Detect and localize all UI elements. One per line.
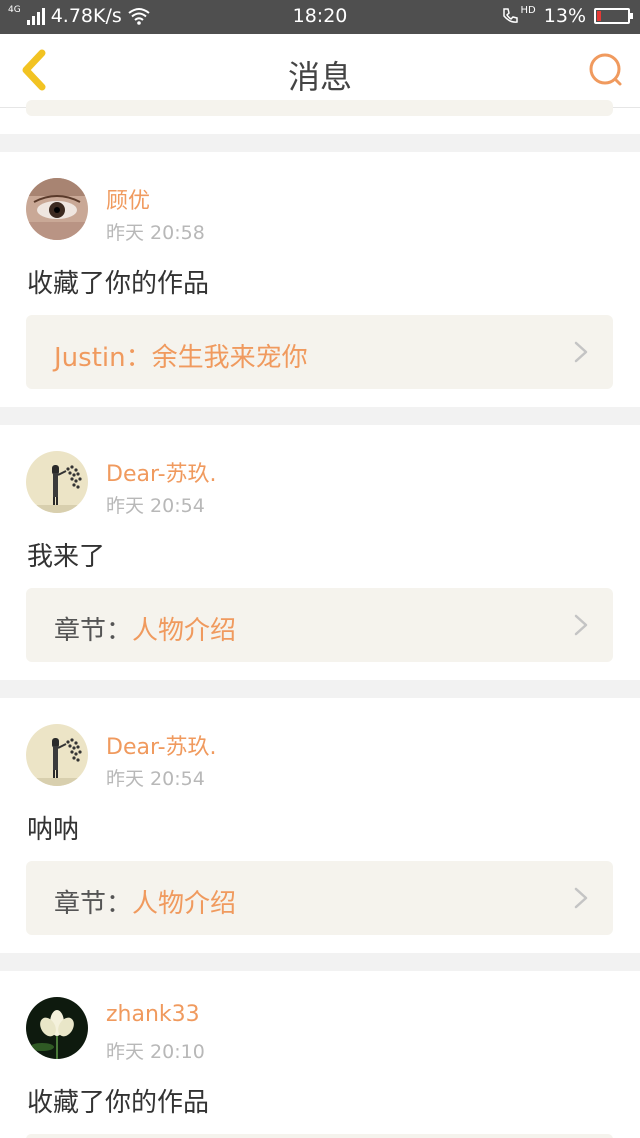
username[interactable]: 顾优 [106,183,150,215]
message-time: 昨天 20:10 [106,1041,205,1063]
username[interactable]: zhank33 [106,1002,200,1027]
message-time: 昨天 20:58 [106,222,205,244]
previous-reference-box[interactable] [26,100,613,116]
eye-photo-avatar[interactable] [26,178,88,240]
chapter-reference-link[interactable]: 章节：人物介绍 [26,588,613,662]
username[interactable]: Dear-苏玖. [106,456,217,488]
battery-level [597,11,602,21]
message-time: 昨天 20:54 [106,768,205,790]
reference-author: Justin： [54,343,152,373]
chevron-right-icon [574,614,588,636]
status-right: HD 13% [501,4,633,27]
message-card: zhank33 昨天 20:10 收藏了你的作品 [0,971,640,1138]
girl-wall-avatar[interactable] [26,451,88,513]
message-text: 我来了 [27,542,106,572]
work-reference-link[interactable]: Justin：余生我来宠你 [26,315,613,389]
status-bar: 4G 4.78K/s 18:20 HD 13% [0,0,640,34]
divider [0,680,640,698]
phone-icon [502,8,518,23]
lotus-avatar[interactable] [26,997,88,1059]
reference-title: 余生我来宠你 [151,343,308,373]
battery-icon [594,8,633,24]
girl-wall-avatar[interactable] [26,724,88,786]
hd-badge: HD [520,4,536,16]
battery-percent: 13% [543,5,586,27]
message-card: Dear-苏玖. 昨天 20:54 呐呐 章节：人物介绍 [0,698,640,953]
username[interactable]: Dear-苏玖. [106,729,217,761]
reference-text: 章节：人物介绍 [54,610,236,647]
message-feed[interactable]: 顾优 昨天 20:58 收藏了你的作品 Justin：余生我来宠你 Dear-苏… [0,100,640,1138]
message-card: 顾优 昨天 20:58 收藏了你的作品 Justin：余生我来宠你 [0,152,640,407]
previous-message-stub [0,100,640,134]
message-card: Dear-苏玖. 昨天 20:54 我来了 章节：人物介绍 [0,425,640,680]
divider [0,134,640,152]
message-time: 昨天 20:54 [106,495,205,517]
divider [0,407,640,425]
search-icon[interactable] [586,50,626,90]
chevron-right-icon [574,341,588,363]
reference-label: 章节： [54,889,133,919]
message-text: 呐呐 [27,815,80,845]
reference-text: Justin：余生我来宠你 [54,337,308,374]
reference-title: 人物介绍 [132,616,237,646]
page-title: 消息 [287,58,352,96]
message-text: 收藏了你的作品 [27,269,210,299]
work-reference-link[interactable] [26,1134,613,1138]
top-nav-bar: 消息 [0,34,640,108]
message-text: 收藏了你的作品 [27,1088,210,1118]
chevron-right-icon [574,887,588,909]
chapter-reference-link[interactable]: 章节：人物介绍 [26,861,613,935]
reference-text: 章节：人物介绍 [54,883,236,920]
reference-label: 章节： [54,616,133,646]
divider [0,953,640,971]
reference-title: 人物介绍 [132,889,237,919]
